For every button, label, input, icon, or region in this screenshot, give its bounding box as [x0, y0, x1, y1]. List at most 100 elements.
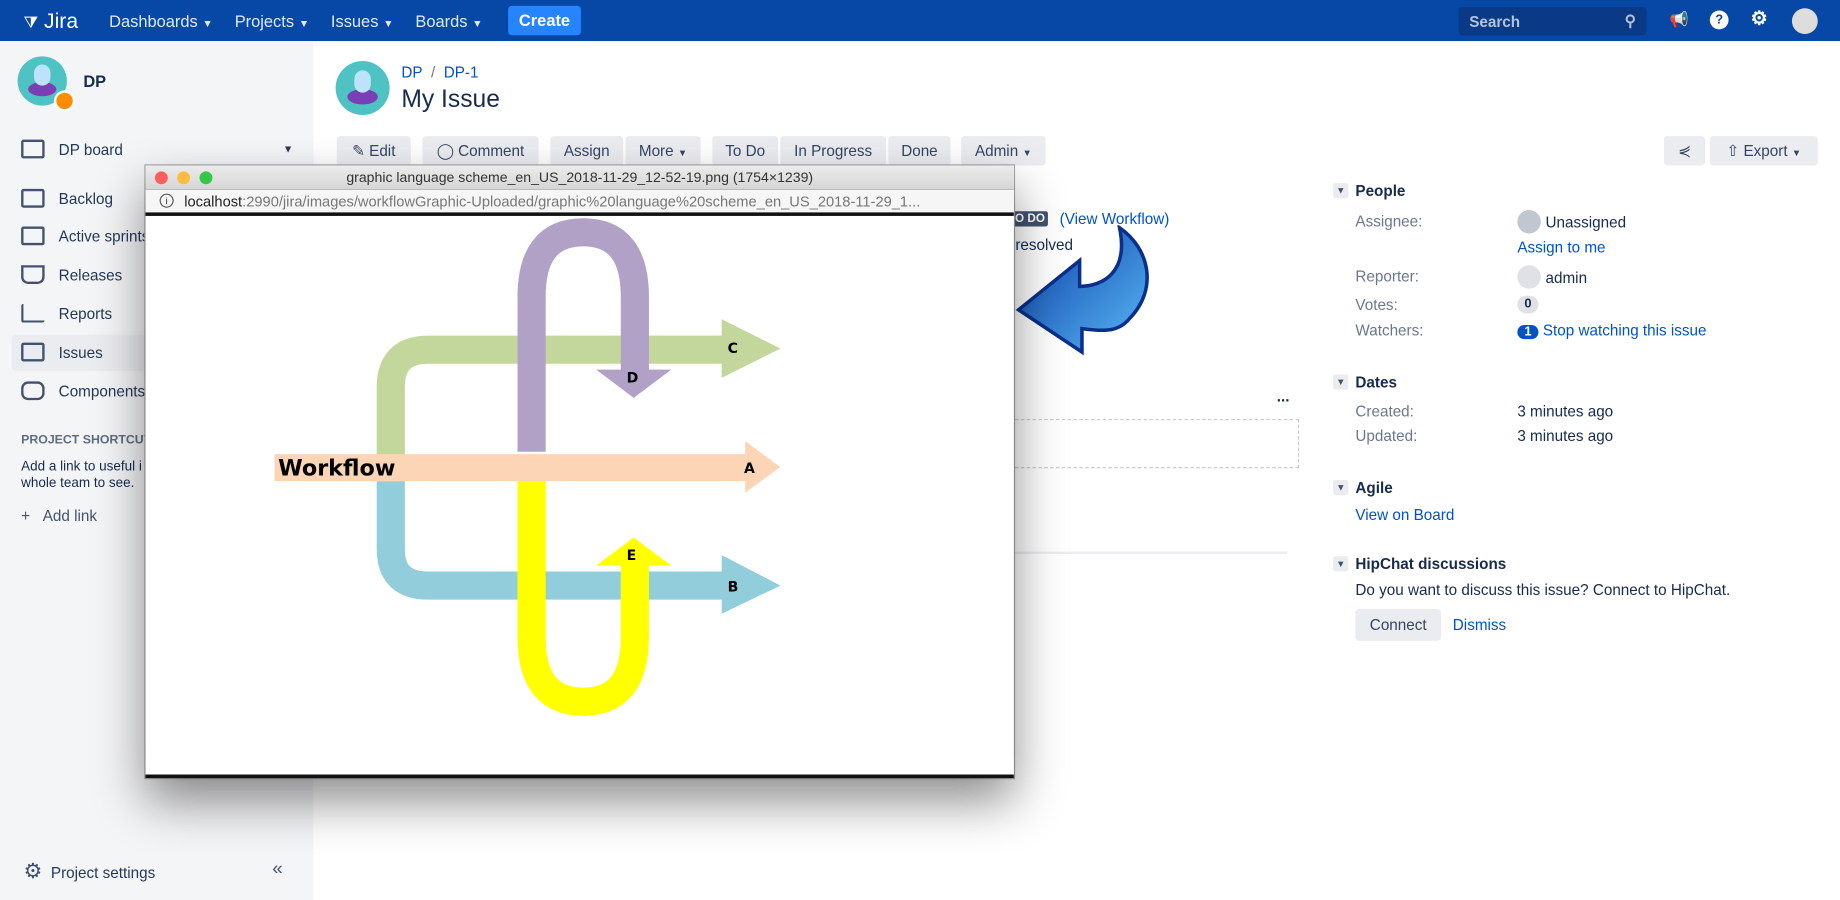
- view-on-board-link[interactable]: View on Board: [1355, 506, 1454, 524]
- assignee-name: Unassigned: [1545, 212, 1627, 231]
- more-button[interactable]: More ▼: [625, 136, 701, 166]
- chevron-down-icon: ▼: [1333, 183, 1349, 199]
- comment-button[interactable]: ◯ Comment: [422, 136, 539, 166]
- chevron-down-icon: ▼: [298, 17, 310, 30]
- nav-dashboards[interactable]: Dashboards ▼: [109, 12, 213, 31]
- admin-button[interactable]: Admin ▼: [961, 136, 1046, 166]
- chevron-down-icon: ▼: [202, 17, 213, 30]
- project-settings-label: Project settings: [50, 863, 156, 882]
- workflow-label: Workflow: [278, 455, 395, 481]
- puzzle-icon: [21, 381, 45, 401]
- label-b: B: [728, 579, 739, 595]
- divider: [997, 551, 1288, 554]
- export-button[interactable]: ⇧ Export ▼: [1709, 136, 1818, 166]
- breadcrumb-project-link[interactable]: DP: [401, 63, 422, 81]
- dismiss-link[interactable]: Dismiss: [1453, 616, 1506, 634]
- created-value: 3 minutes ago: [1517, 402, 1614, 421]
- project-name: DP: [83, 71, 107, 91]
- issues-icon: [21, 342, 45, 362]
- add-link-button[interactable]: + Add link: [21, 507, 97, 525]
- ship-icon: [21, 265, 45, 284]
- chevron-down-icon: ▼: [1333, 556, 1349, 572]
- nav-label: Dashboards: [109, 11, 198, 31]
- updated-label: Updated:: [1355, 427, 1418, 445]
- plus-icon: +: [21, 506, 31, 525]
- chevron-down-icon: ▼: [1022, 147, 1032, 159]
- more-actions-icon[interactable]: ...: [1277, 387, 1290, 405]
- chevron-down-icon: ▼: [1333, 374, 1349, 390]
- edit-button[interactable]: ✎ Edit: [336, 136, 411, 166]
- create-button[interactable]: Create: [508, 5, 581, 36]
- user-avatar[interactable]: [1791, 8, 1818, 35]
- nav-issues[interactable]: Issues ▼: [331, 12, 394, 31]
- comment-icon: ◯: [436, 141, 454, 160]
- image-preview-window: graphic language scheme_en_US_2018-11-29…: [145, 165, 1014, 779]
- sidebar-item-label: Reports: [58, 304, 113, 323]
- jira-logo[interactable]: ⧩ Jira: [23, 9, 78, 34]
- sidebar-item-components[interactable]: Components: [21, 381, 145, 401]
- sidebar-board-selector[interactable]: DP board ▼: [21, 139, 294, 159]
- nav-label: Boards: [415, 11, 468, 31]
- nav-label: Issues: [330, 11, 379, 31]
- nav-boards[interactable]: Boards ▼: [415, 12, 482, 31]
- unassigned-avatar: [1517, 210, 1541, 234]
- label-e: E: [627, 548, 637, 564]
- more-label: More: [638, 141, 674, 160]
- nav-projects[interactable]: Projects ▼: [235, 12, 310, 31]
- to-do-button[interactable]: To Do: [712, 136, 779, 166]
- connect-button[interactable]: Connect: [1355, 609, 1442, 641]
- dates-section-header[interactable]: ▼ Dates: [1333, 373, 1397, 391]
- hipchat-text: Do you want to discuss this issue? Conne…: [1355, 580, 1731, 599]
- board-label: DP board: [58, 140, 123, 158]
- reporter-name: admin: [1545, 268, 1588, 286]
- issue-title[interactable]: My Issue: [401, 86, 500, 114]
- agile-heading: Agile: [1355, 478, 1393, 497]
- issue-project-avatar: [335, 61, 390, 116]
- done-button[interactable]: Done: [888, 136, 951, 166]
- sidebar-item-label: Releases: [58, 265, 123, 284]
- chevron-down-icon: ▼: [677, 147, 688, 159]
- chart-icon: [21, 303, 45, 323]
- assign-button[interactable]: Assign: [550, 136, 624, 166]
- agile-section-header[interactable]: ▼ Agile: [1333, 478, 1393, 497]
- chevron-down-icon: ▼: [383, 17, 394, 30]
- label-c: C: [728, 341, 738, 357]
- gear-icon[interactable]: ⚙: [1750, 10, 1769, 30]
- blue-path-b: [376, 481, 725, 600]
- in-progress-button[interactable]: In Progress: [780, 136, 886, 166]
- collapse-sidebar-button[interactable]: «: [272, 859, 282, 880]
- board-icon: [21, 139, 45, 159]
- search-input[interactable]: Search ⚲: [1458, 7, 1647, 36]
- votes-count[interactable]: 0: [1517, 295, 1539, 314]
- search-placeholder: Search: [1469, 12, 1521, 31]
- project-settings-link[interactable]: ⚙ Project settings: [23, 859, 155, 884]
- assign-to-me-link[interactable]: Assign to me: [1517, 238, 1605, 256]
- sidebar-item-issues[interactable]: Issues: [21, 342, 103, 362]
- chevron-down-icon: ▼: [282, 143, 294, 155]
- sidebar-item-releases[interactable]: Releases: [21, 265, 122, 284]
- stop-watching-link[interactable]: Stop watching this issue: [1543, 322, 1707, 340]
- comment-label: Comment: [458, 141, 525, 160]
- chevron-down-icon: ▼: [472, 17, 483, 30]
- chevron-down-icon: ▼: [1791, 147, 1802, 159]
- export-label: Export: [1743, 141, 1788, 160]
- columns-icon: [21, 226, 45, 246]
- shortcuts-text-line: whole team to see.: [21, 476, 135, 491]
- reporter-value: admin: [1517, 265, 1588, 289]
- sidebar-item-backlog[interactable]: Backlog: [21, 188, 113, 208]
- people-section-header[interactable]: ▼ People: [1333, 181, 1406, 200]
- dropzone[interactable]: [997, 418, 1300, 469]
- sidebar-item-active-sprints[interactable]: Active sprints: [21, 226, 150, 246]
- people-heading: People: [1355, 181, 1406, 200]
- share-button[interactable]: ⋞: [1664, 136, 1706, 166]
- workflow-diagram: Workflow A B C D E: [274, 218, 781, 716]
- project-avatar: [17, 56, 76, 112]
- megaphone-icon[interactable]: 📢: [1670, 11, 1689, 30]
- sidebar-item-label: Active sprints: [58, 227, 150, 245]
- sidebar-item-reports[interactable]: Reports: [21, 303, 113, 323]
- watchers-count[interactable]: 1: [1517, 325, 1539, 340]
- chevron-down-icon: ▼: [1333, 479, 1349, 496]
- breadcrumb-issue-link[interactable]: DP-1: [444, 63, 479, 81]
- hipchat-section-header[interactable]: ▼ HipChat discussions: [1333, 555, 1506, 573]
- help-icon[interactable]: ?: [1709, 10, 1729, 30]
